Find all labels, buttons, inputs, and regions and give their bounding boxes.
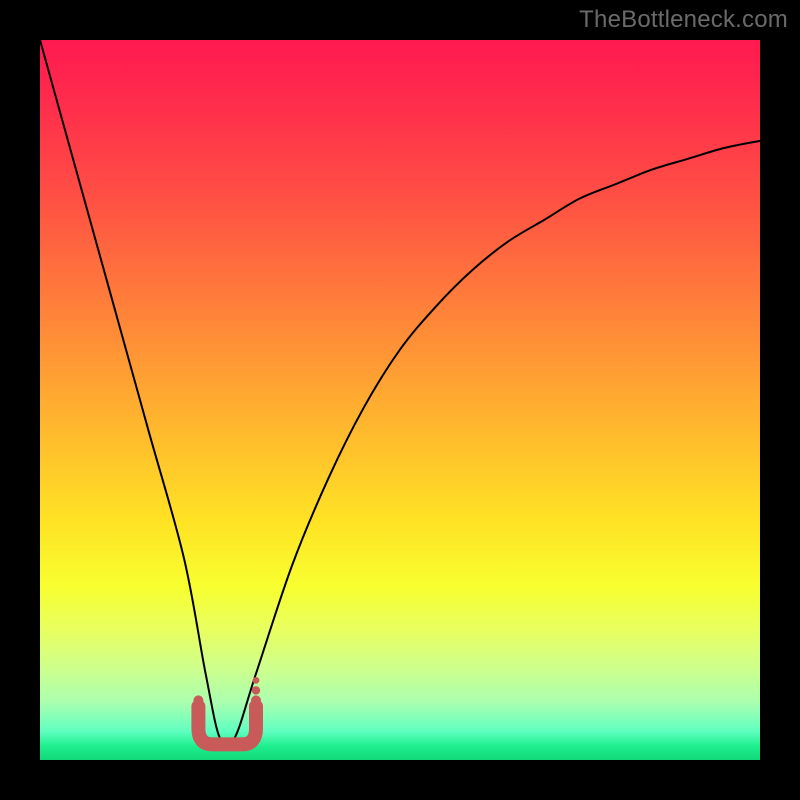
bottleneck-curve <box>40 40 760 747</box>
curve-svg <box>40 40 760 760</box>
watermark-text: TheBottleneck.com <box>579 6 788 34</box>
optimal-zone-dot <box>253 677 260 684</box>
optimal-zone-dot <box>251 695 261 705</box>
optimal-zone-dot <box>193 695 203 705</box>
optimal-zone-highlight <box>198 706 256 744</box>
optimal-zone-dot <box>252 686 260 694</box>
plot-area <box>40 40 760 760</box>
chart-frame: TheBottleneck.com <box>0 0 800 800</box>
